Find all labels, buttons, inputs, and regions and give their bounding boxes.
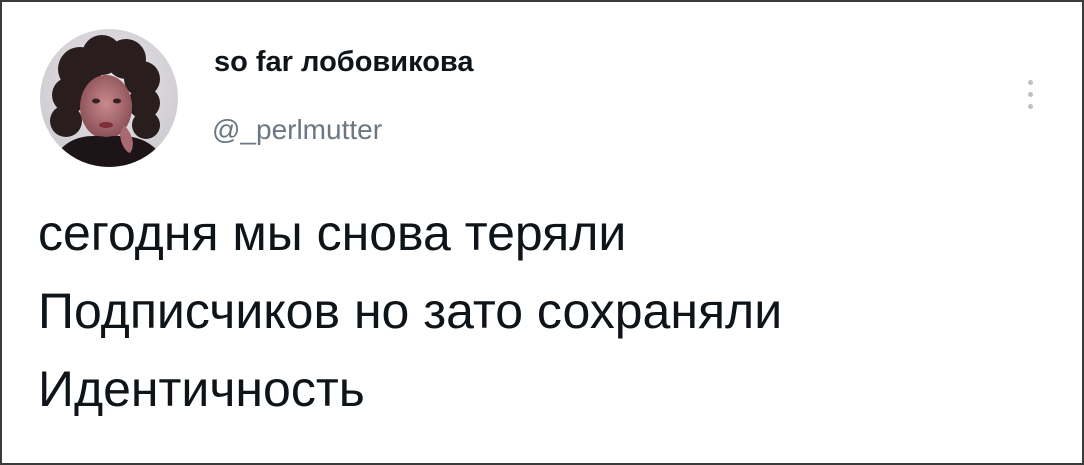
tweet-text-line: Подписчиков но зато сохраняли — [38, 283, 783, 339]
tweet-text-line: Идентичность — [38, 361, 365, 417]
vertical-ellipsis-icon — [1028, 80, 1033, 85]
author-display-name[interactable]: so far лобовикова — [214, 46, 474, 79]
avatar-photo-icon — [40, 29, 178, 167]
author-handle[interactable]: @_perlmutter — [212, 114, 382, 146]
author-avatar[interactable] — [40, 29, 178, 167]
tweet-card: so far лобовикова @_perlmutter сегодня м… — [0, 0, 1084, 465]
vertical-ellipsis-icon — [1028, 104, 1033, 109]
more-options-button[interactable] — [1020, 74, 1042, 122]
tweet-text: сегодня мы снова теряли Подписчиков но з… — [38, 194, 1068, 428]
vertical-ellipsis-icon — [1028, 92, 1033, 97]
tweet-text-line: сегодня мы снова теряли — [38, 205, 627, 261]
